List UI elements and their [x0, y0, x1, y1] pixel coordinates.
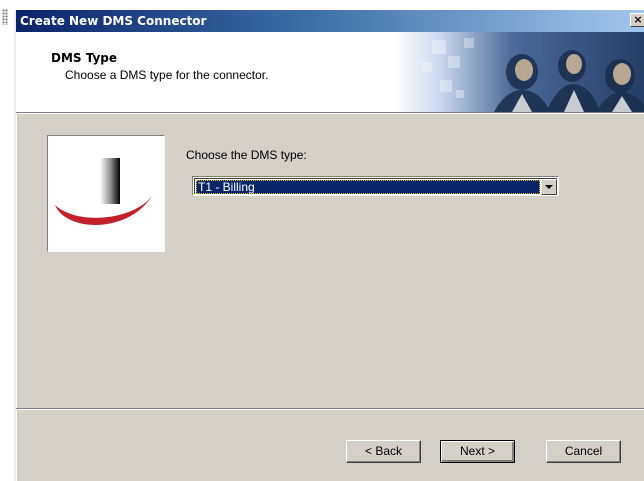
next-button[interactable]: Next > [440, 440, 515, 463]
drag-grip [2, 9, 8, 25]
close-icon: × [633, 13, 643, 26]
product-logo [47, 135, 165, 252]
wizard-header: DMS Type Choose a DMS type for the conne… [16, 32, 644, 112]
close-button[interactable]: × [630, 13, 644, 27]
dms-type-selected-value[interactable]: T1 - Billing [196, 180, 540, 194]
title-bar[interactable]: Create New DMS Connector × [16, 10, 644, 32]
header-divider [16, 112, 644, 114]
dms-type-select[interactable]: T1 - Billing [192, 176, 559, 196]
chevron-down-icon[interactable] [541, 179, 557, 195]
page-subtitle: Choose a DMS type for the connector. [65, 68, 269, 82]
wizard-dialog: Create New DMS Connector × DMS Type Choo… [14, 10, 644, 481]
page-title: DMS Type [51, 51, 118, 65]
header-banner-image [394, 32, 644, 112]
cancel-button[interactable]: Cancel [546, 440, 621, 463]
footer-divider [16, 408, 644, 410]
logo-mark-icon [55, 158, 152, 225]
back-button[interactable]: < Back [346, 440, 421, 463]
screen: Create New DMS Connector × DMS Type Choo… [0, 0, 644, 481]
dms-type-label: Choose the DMS type: [186, 148, 307, 162]
dms-type-select-field[interactable]: T1 - Billing [194, 178, 557, 195]
window-title: Create New DMS Connector [20, 14, 207, 28]
